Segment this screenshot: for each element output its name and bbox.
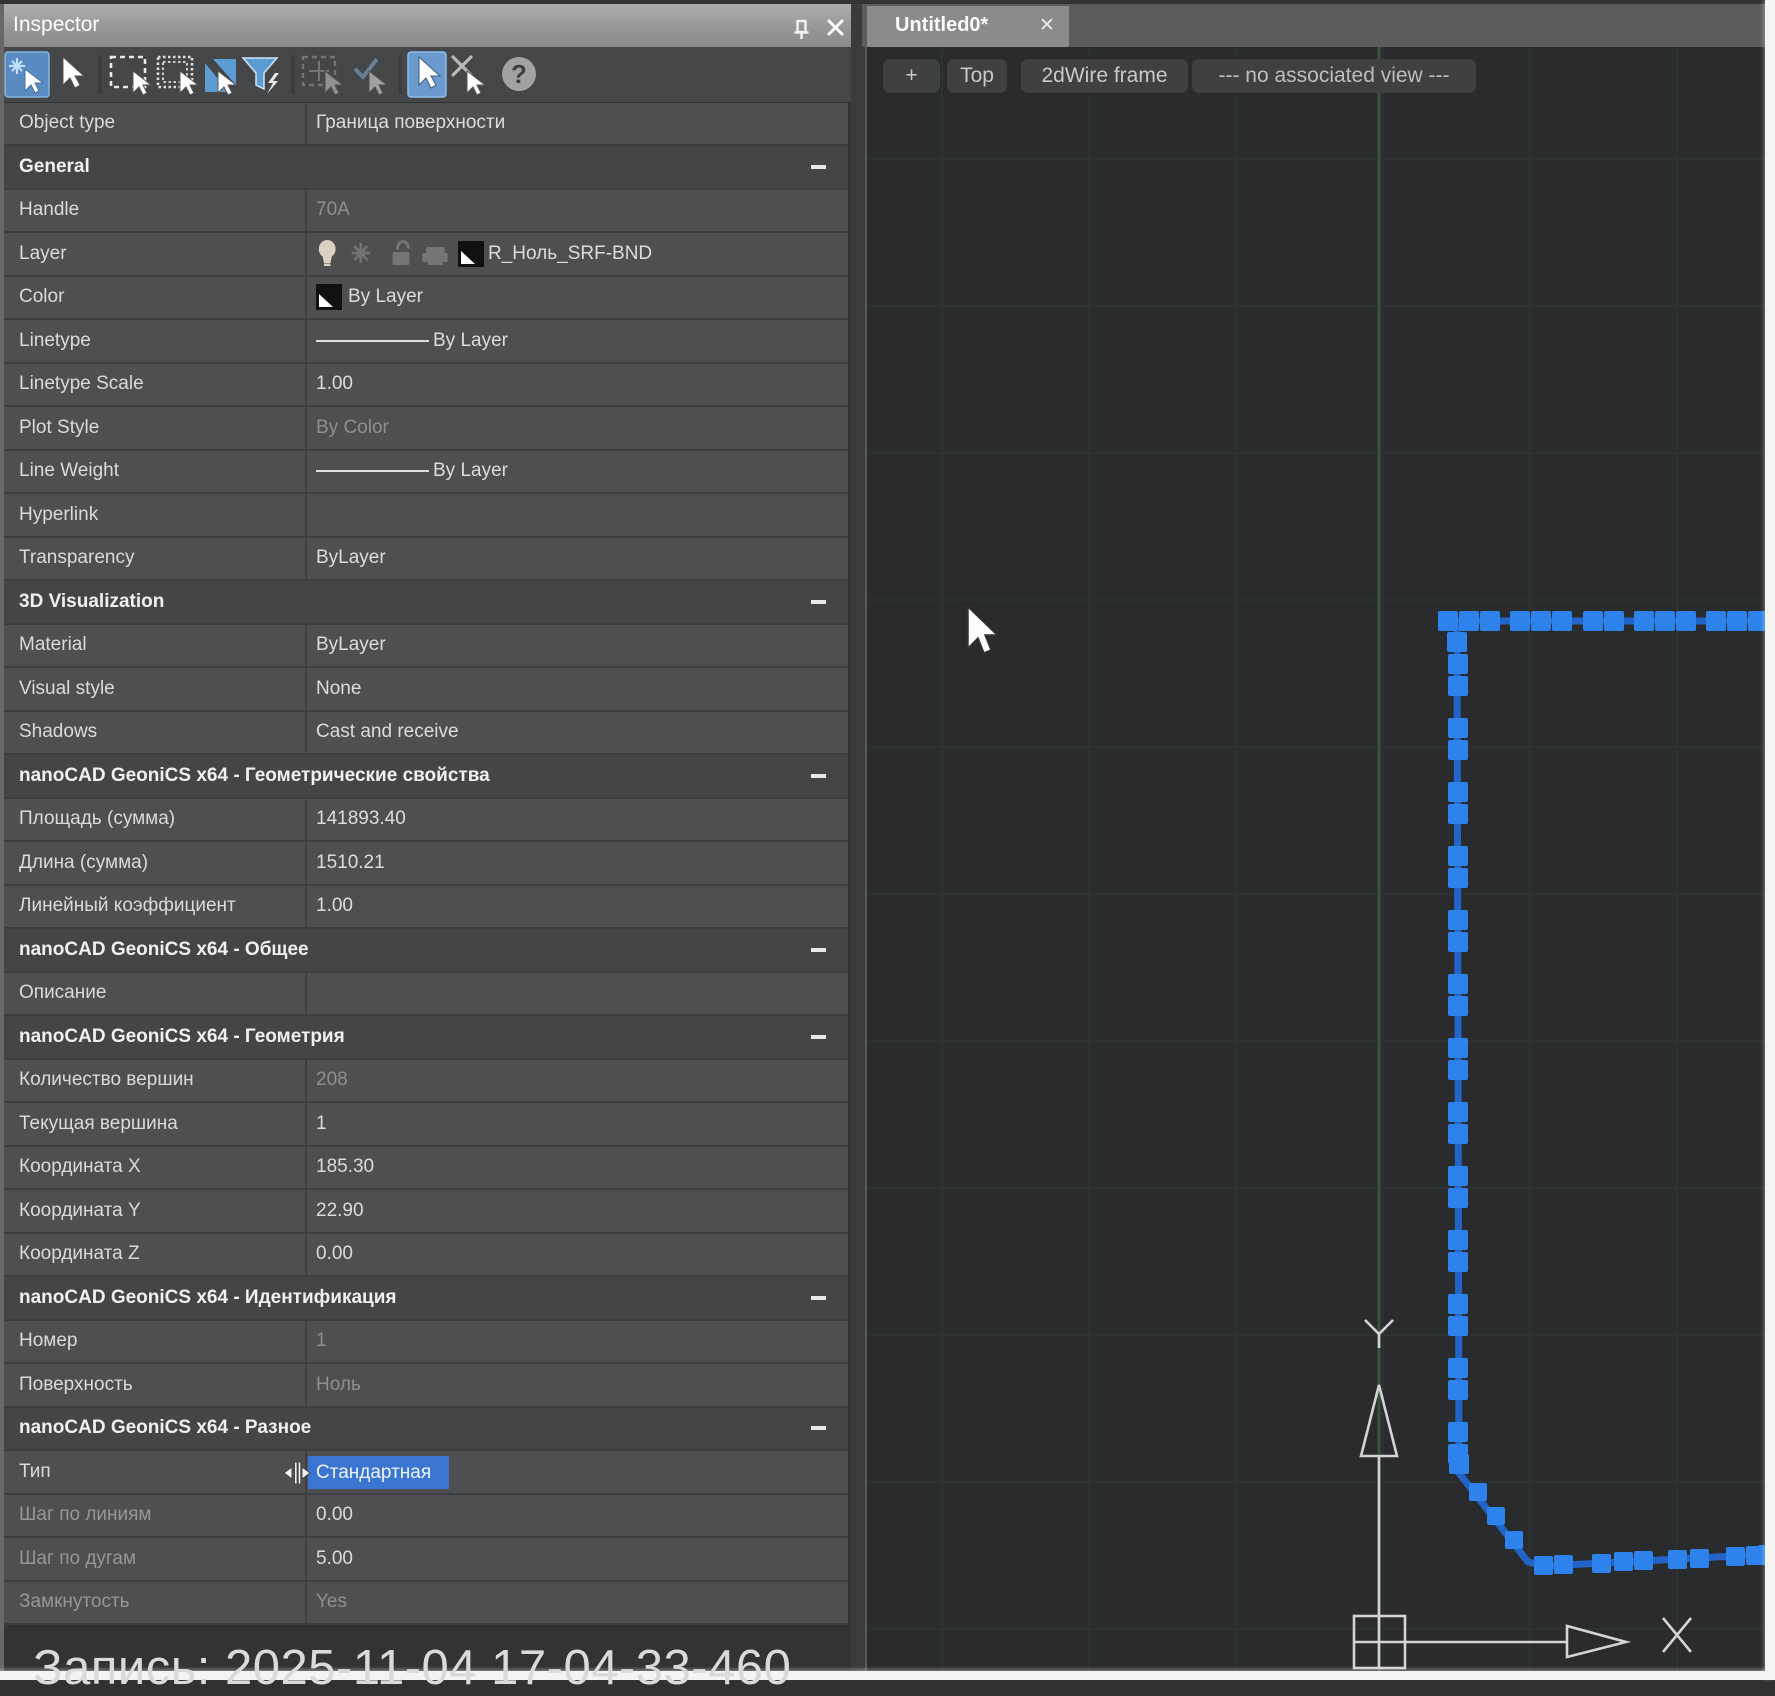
svg-text:?: ? (511, 59, 527, 89)
